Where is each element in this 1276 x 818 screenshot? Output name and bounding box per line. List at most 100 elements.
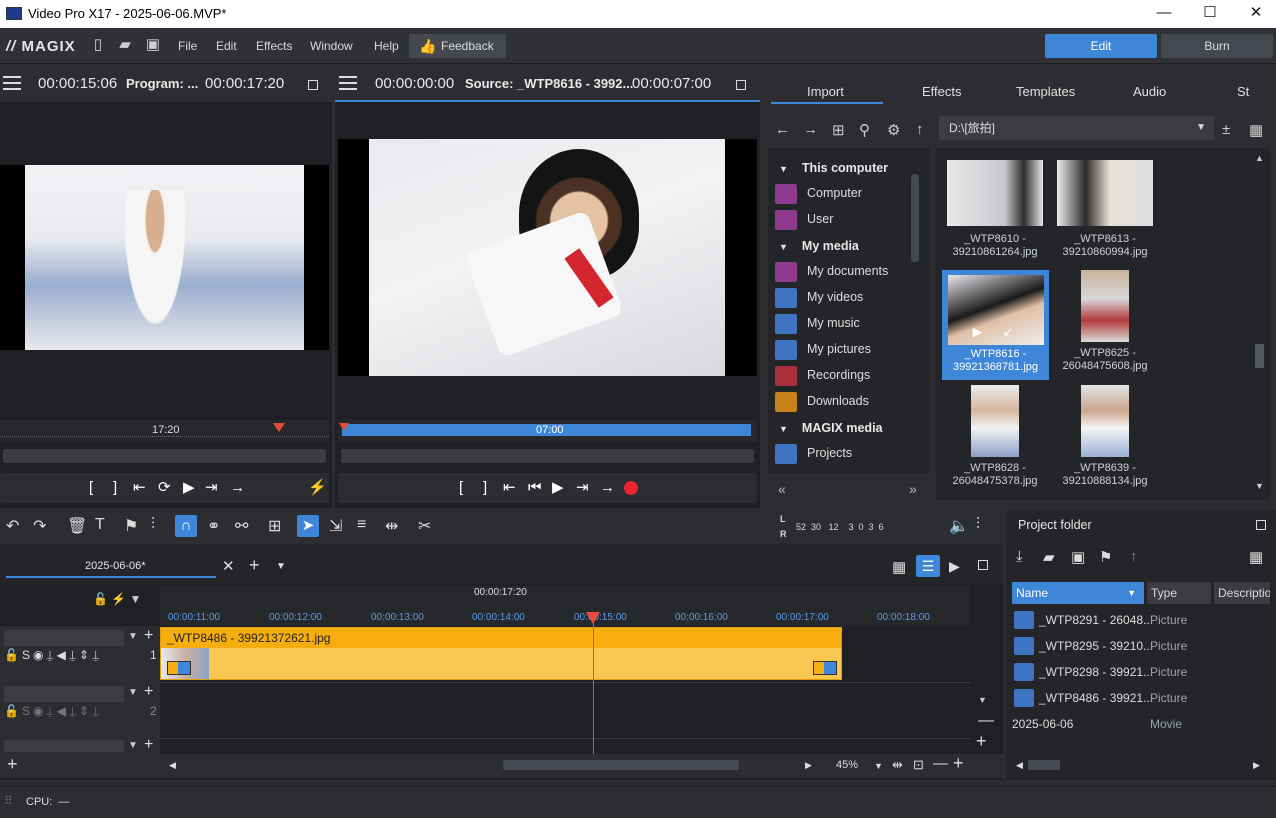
new-file-icon[interactable]: ▯	[90, 37, 106, 53]
track-1-name-field[interactable]	[4, 630, 124, 646]
undo-icon[interactable]: ↶	[6, 516, 19, 536]
tree-this-computer[interactable]: ▼ This computer	[779, 161, 888, 175]
zoom-range-icon[interactable]: ⊡	[913, 757, 924, 773]
timeline-h-scroll-thumb[interactable]	[503, 760, 739, 770]
program-playhead[interactable]	[273, 423, 285, 432]
zoom-level[interactable]: 45%	[836, 759, 858, 771]
col-name-header[interactable]: Name ▼	[1012, 582, 1144, 604]
track-2-add-icon[interactable]: +	[144, 683, 153, 701]
source-play-icon[interactable]: ▶	[552, 479, 564, 497]
mark-in-icon[interactable]: [	[89, 479, 93, 497]
import-icon[interactable]: ⤓	[1016, 548, 1023, 565]
zoom-dropdown-icon[interactable]: ▼	[874, 761, 883, 771]
thumb-wtp8625[interactable]: _WTP8625 -26048475608.jpg	[1052, 270, 1158, 373]
program-ruler[interactable]: 17:20	[0, 420, 329, 442]
thumb-wtp8610[interactable]: _WTP8610 -39210861264.jpg	[942, 160, 1048, 259]
project-up-icon[interactable]: ↑	[1130, 548, 1138, 565]
track-3-dropdown-icon[interactable]: ▼	[128, 740, 138, 751]
source-playhead[interactable]	[339, 423, 349, 431]
tab-import[interactable]: Import	[807, 84, 844, 99]
up-folder-icon[interactable]: ↑	[916, 121, 924, 138]
clip-fade-in-handle[interactable]	[167, 661, 191, 675]
search-icon[interactable]: ⚲	[859, 121, 870, 139]
thumb-wtp8616-selected[interactable]: ▶ ↙ _WTP8616 -39921368781.jpg	[942, 270, 1049, 380]
sort-icon[interactable]: ±	[1222, 121, 1230, 138]
project-scroll-right-icon[interactable]: ▶	[1253, 760, 1260, 771]
track-1-controls[interactable]: 🔓S◉⍊◀⍊⇕⍊	[4, 648, 102, 663]
play-icon[interactable]: ▶	[183, 479, 195, 497]
mixer-icon[interactable]: ⫶	[151, 516, 155, 534]
source-ruler[interactable]: 07:00	[338, 420, 757, 442]
project-row[interactable]: 2025-06-06 Movie	[1012, 711, 1270, 737]
tab-effects[interactable]: Effects	[922, 84, 962, 99]
menu-effects[interactable]: Effects	[256, 39, 292, 53]
tree-magix-media[interactable]: ▼ MAGIX media	[779, 421, 883, 435]
track-zoom-out-icon[interactable]: —	[978, 712, 994, 730]
project-save-icon[interactable]: ▣	[1071, 548, 1085, 566]
ripple-mode-icon[interactable]: ≡	[357, 516, 366, 534]
timeline-clip[interactable]: _WTP8486 - 39921372621.jpg	[160, 627, 842, 680]
source-scrollbar[interactable]	[341, 449, 754, 463]
add-track-icon[interactable]: +	[7, 754, 18, 775]
track-zoom-in-icon[interactable]: +	[976, 731, 987, 752]
path-dropdown[interactable]: D:\[旅拍] ▼	[939, 116, 1214, 140]
project-maximize-icon[interactable]	[1256, 520, 1266, 530]
project-row[interactable]: _WTP8291 - 26048... Picture	[1012, 607, 1270, 633]
track-2-controls[interactable]: 🔓S◉⍊◀⍊⇕⍊	[4, 704, 102, 719]
scene-view-icon[interactable]: ▶	[949, 558, 960, 575]
storyboard-view-icon[interactable]: ▦	[892, 558, 906, 576]
snapshot-icon[interactable]: ⊞	[268, 516, 281, 536]
edit-mode-button[interactable]: Edit	[1045, 34, 1157, 58]
zoom-out-icon[interactable]: —	[933, 755, 948, 772]
thumb-wtp8613[interactable]: _WTP8613 -39210860994.jpg	[1052, 160, 1158, 259]
record-icon[interactable]	[624, 481, 638, 495]
menu-file[interactable]: File	[178, 39, 197, 53]
project-row[interactable]: _WTP8298 - 39921... Picture	[1012, 659, 1270, 685]
source-menu-icon[interactable]	[339, 76, 357, 90]
tab-audio[interactable]: Audio	[1133, 84, 1166, 99]
title-text-icon[interactable]: T	[95, 516, 105, 534]
save-icon[interactable]: ▣	[145, 37, 161, 53]
grid-view-icon[interactable]: ▦	[1249, 121, 1263, 139]
scroll-right-icon[interactable]: ▶	[805, 760, 812, 771]
project-row[interactable]: _WTP8295 - 39210... Picture	[1012, 633, 1270, 659]
menu-edit[interactable]: Edit	[216, 39, 237, 53]
thumb-wtp8639[interactable]: _WTP8639 -39210888134.jpg	[1052, 385, 1158, 488]
menu-help[interactable]: Help	[374, 39, 399, 53]
delete-icon[interactable]: 🗑	[67, 516, 87, 536]
render-icon[interactable]: ⚡	[308, 479, 327, 497]
grid-scroll-up-icon[interactable]: ▲	[1255, 153, 1264, 163]
track-3-name-field[interactable]	[4, 740, 124, 752]
track-3-add-icon[interactable]: +	[144, 736, 153, 754]
tree-my-media[interactable]: ▼ My media	[779, 239, 859, 253]
mark-out-icon[interactable]: ]	[113, 479, 117, 497]
cut-scissors-icon[interactable]: ✂	[418, 516, 431, 536]
track-1-add-icon[interactable]: +	[144, 627, 153, 645]
source-go-to-in-icon[interactable]: ⇤	[503, 479, 516, 497]
speaker-icon[interactable]: 🔈	[949, 516, 969, 536]
go-to-in-icon[interactable]: ⇤	[133, 479, 146, 497]
maximize-button[interactable]: ☐	[1187, 2, 1233, 26]
thumb-insert-icon[interactable]: ↙	[1003, 325, 1014, 338]
feedback-button[interactable]: 👍 Feedback	[409, 34, 506, 58]
project-h-scroll-thumb[interactable]	[1028, 760, 1060, 770]
source-mark-in-icon[interactable]: [	[459, 479, 463, 497]
link-icon[interactable]: ⚭	[207, 516, 220, 536]
track-2-dropdown-icon[interactable]: ▼	[128, 687, 138, 698]
source-go-to-out-icon[interactable]: →	[600, 479, 615, 497]
clip-fade-out-handle[interactable]	[813, 661, 837, 675]
slip-mode-icon[interactable]: ⇹	[385, 516, 398, 536]
close-tab-icon[interactable]: ✕	[222, 557, 235, 575]
project-row[interactable]: _WTP8486 - 39921... Picture	[1012, 685, 1270, 711]
scroll-left-icon[interactable]: ◀	[169, 760, 176, 771]
magnet-snap-icon[interactable]: ∩	[175, 515, 197, 537]
timeline-view-icon[interactable]: ☰	[916, 555, 940, 577]
collapse-left-icon[interactable]: «	[778, 481, 786, 497]
redo-icon[interactable]: ↷	[33, 516, 46, 536]
forward-icon[interactable]: →	[803, 121, 818, 138]
tree-view-icon[interactable]: ⊞	[832, 121, 845, 139]
go-to-out-icon[interactable]: →	[230, 479, 245, 497]
track-2-name-field[interactable]	[4, 686, 124, 702]
timeline-tab-label[interactable]: 2025-06-06*	[85, 560, 146, 572]
source-mark-out-icon[interactable]: ]	[483, 479, 487, 497]
